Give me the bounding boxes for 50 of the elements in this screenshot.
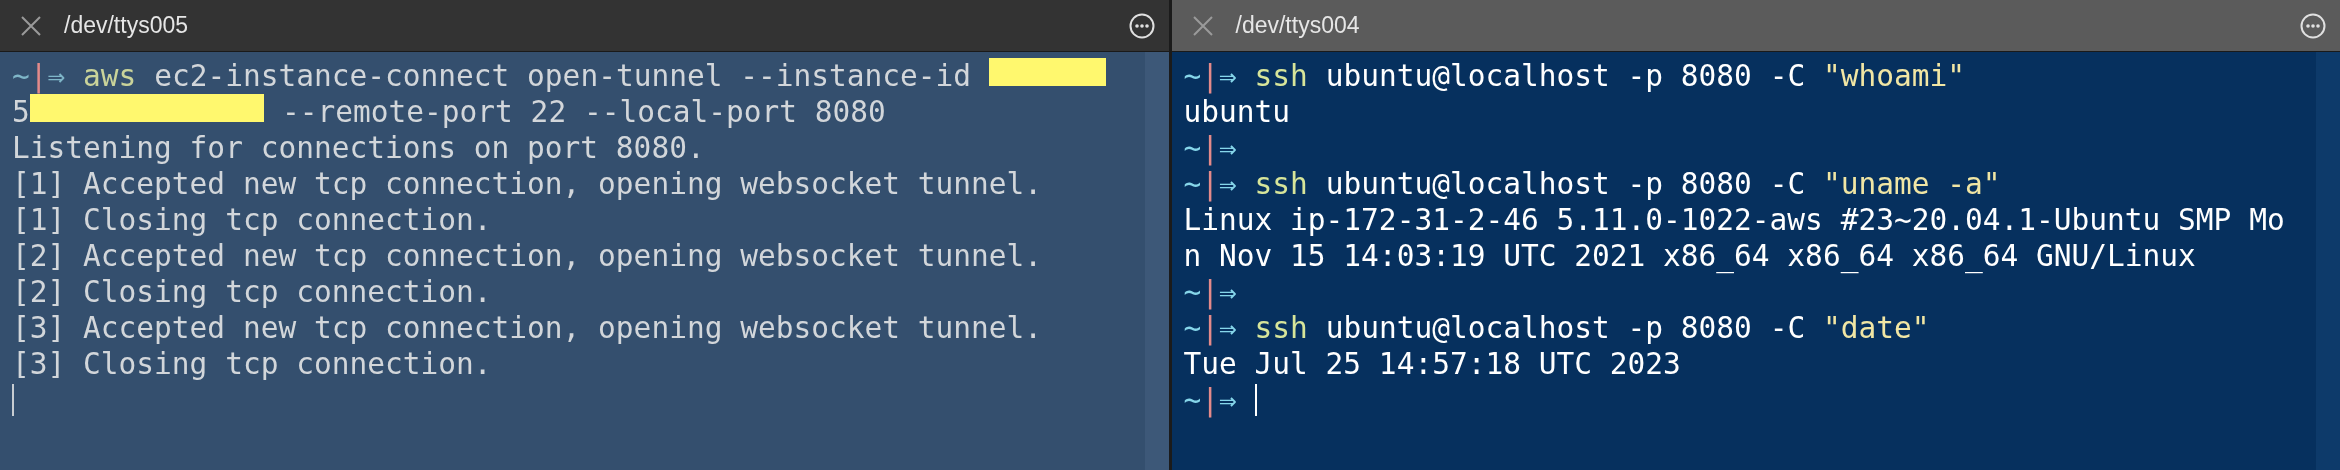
prompt-tilde: ~	[1183, 59, 1202, 93]
prompt-tilde: ~	[1183, 131, 1202, 165]
prompt-arrow: ⇒	[1219, 383, 1237, 417]
prompt-separator: |	[1201, 383, 1220, 417]
prompt-arrow: ⇒	[47, 59, 66, 93]
prompt-arrow: ⇒	[1219, 311, 1237, 345]
command-name: ssh	[1254, 311, 1308, 345]
prompt-arrow: ⇒	[1219, 131, 1237, 165]
prompt-separator: |	[1201, 311, 1220, 345]
more-options-icon[interactable]	[2300, 12, 2326, 39]
terminal-text: ubuntu@localhost -p 8080 -C	[1325, 311, 1806, 345]
terminal-text: Linux ip-172-31-2-46 5.11.0-1022-aws #23~20.04.1-Ubuntu SMP Mo	[1183, 203, 2285, 237]
prompt-tilde: ~	[12, 59, 30, 93]
terminal-text: [1] Accepted new tcp connection, opening websocket tunnel.	[12, 167, 1043, 201]
prompt-separator: |	[1201, 131, 1220, 165]
terminal-text: [2] Closing tcp connection.	[12, 275, 492, 309]
quoted-argument: "uname -a"	[1822, 167, 2001, 201]
terminal-text: [3] Closing tcp connection.	[12, 347, 492, 381]
terminal-text: ubuntu@localhost -p 8080 -C	[1325, 167, 1806, 201]
terminal-text: [2] Accepted new tcp connection, opening websocket tunnel.	[12, 239, 1043, 273]
prompt-tilde: ~	[1183, 167, 1202, 201]
prompt-separator: |	[1201, 59, 1220, 93]
pane-title: /dev/ttys005	[64, 11, 190, 41]
command-name: aws	[83, 59, 137, 93]
command-name: ssh	[1254, 59, 1308, 93]
prompt-tilde: ~	[1183, 275, 1202, 309]
prompt-separator: |	[1201, 167, 1220, 201]
terminal-text: n Nov 15 14:03:19 UTC 2021 x86_64 x86_64 x86_64 GNU/Linux	[1183, 239, 2196, 273]
terminal-text: Tue Jul 25 14:57:18 UTC 2023	[1183, 347, 1681, 381]
prompt-tilde: ~	[1183, 311, 1202, 345]
terminal-text: ubuntu@localhost -p 8080 -C	[1325, 59, 1806, 93]
terminal-text: 5	[12, 95, 30, 129]
command-name: ssh	[1254, 167, 1308, 201]
prompt-arrow: ⇒	[1219, 167, 1237, 201]
prompt-tilde: ~	[1183, 383, 1202, 417]
prompt-arrow: ⇒	[1219, 59, 1237, 93]
prompt-separator: |	[29, 59, 48, 93]
terminal-text: [3] Accepted new tcp connection, opening websocket tunnel.	[12, 311, 1043, 345]
terminal-text: ec2-instance-connect open-tunnel --instance-id	[154, 59, 972, 93]
prompt-separator: |	[1201, 275, 1220, 309]
pane-title: /dev/ttys004	[1235, 11, 1361, 41]
close-icon[interactable]	[20, 14, 42, 37]
more-options-icon[interactable]	[1128, 12, 1155, 39]
prompt-arrow: ⇒	[1219, 275, 1237, 309]
terminal-text: Listening for connections on port 8080.	[12, 131, 705, 165]
quoted-argument: "date"	[1822, 311, 1930, 345]
terminal-text: [1] Closing tcp connection.	[12, 203, 492, 237]
quoted-argument: "whoami"	[1822, 59, 1966, 93]
terminal-text: ubuntu	[1183, 95, 1291, 129]
terminal-text: --remote-port 22 --local-port 8080	[281, 95, 886, 129]
